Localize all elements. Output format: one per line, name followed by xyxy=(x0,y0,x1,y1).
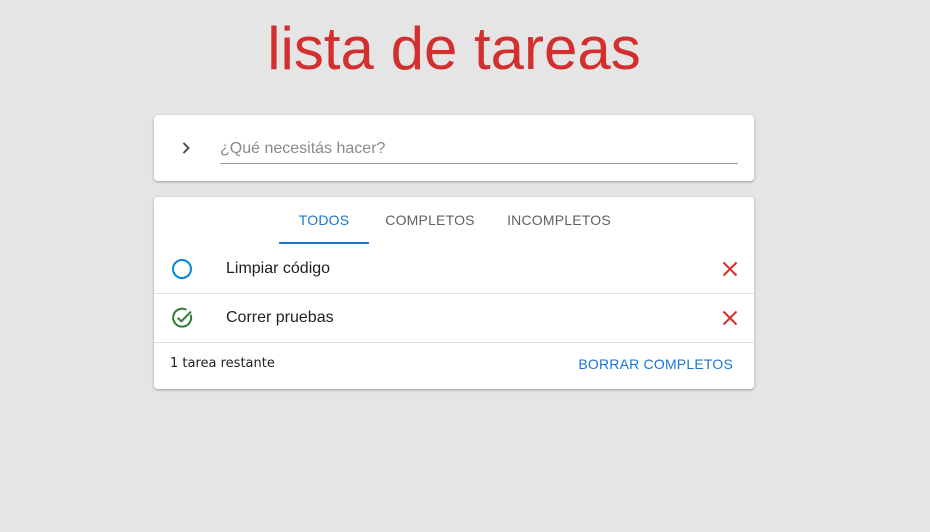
todo-text: Limpiar código xyxy=(226,260,331,277)
circle-outline-icon[interactable] xyxy=(171,257,195,281)
chevron-right-icon[interactable] xyxy=(176,138,196,158)
tab-completos[interactable]: COMPLETOS xyxy=(374,197,486,243)
close-icon[interactable] xyxy=(720,308,740,328)
new-todo-card xyxy=(154,115,754,181)
clear-completed-button[interactable]: BORRAR COMPLETOS xyxy=(578,356,733,372)
new-todo-input[interactable] xyxy=(220,134,738,164)
app-title: lista de tareas xyxy=(267,15,641,82)
todo-list-card: TODOS COMPLETOS INCOMPLETOS Limpiar códi… xyxy=(154,197,754,389)
tab-incompletos[interactable]: INCOMPLETOS xyxy=(494,197,624,243)
todo-text: Correr pruebas xyxy=(226,309,334,326)
filter-tabs: TODOS COMPLETOS INCOMPLETOS xyxy=(154,197,754,245)
todo-item: Correr pruebas xyxy=(154,294,754,343)
remaining-count: 1 tarea restante xyxy=(170,356,275,371)
tab-todos[interactable]: TODOS xyxy=(279,197,369,243)
list-footer: 1 tarea restante BORRAR COMPLETOS xyxy=(154,343,754,389)
todo-item: Limpiar código xyxy=(154,245,754,294)
close-icon[interactable] xyxy=(720,259,740,279)
active-tab-indicator xyxy=(279,242,369,244)
check-circle-icon[interactable] xyxy=(171,306,195,330)
